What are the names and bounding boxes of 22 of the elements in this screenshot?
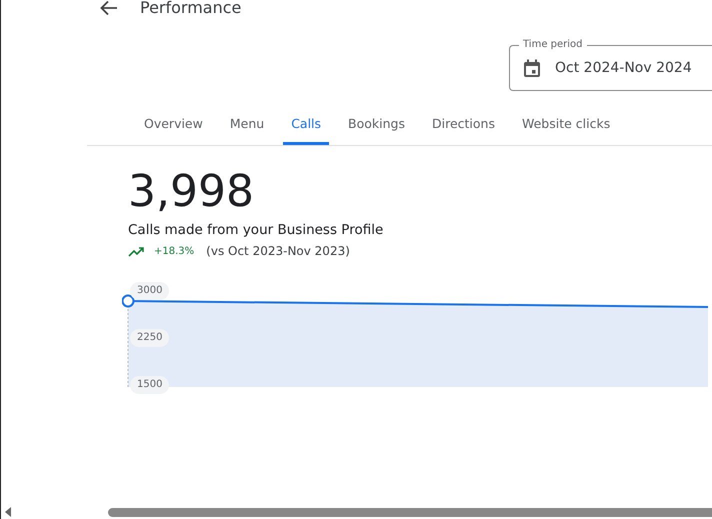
metric-value: 3,998 [128,168,255,216]
change-percent: +18.3% [154,246,194,256]
tab[interactable]: Website clicks [514,111,618,145]
calendar-icon [523,58,541,78]
page-title: Performance [140,0,242,16]
data-point[interactable] [122,294,134,308]
comparison-text: (vs Oct 2023-Nov 2023) [206,244,350,258]
axis-label: 2250 [130,329,170,347]
scroll-left-icon[interactable] [5,507,11,517]
field-value: Oct 2024-Nov 2024 [555,60,692,76]
tab[interactable]: Menu [222,111,272,145]
tab[interactable]: Bookings [340,111,413,145]
tab[interactable]: Directions [424,111,503,145]
back-button[interactable] [100,0,120,16]
trend-up-icon [128,246,146,256]
tab[interactable]: Calls [283,111,330,145]
metric-caption: Calls made from your Business Profile [128,222,384,238]
axis-label: 3000 [130,282,170,300]
field-label: Time period [519,38,587,51]
tab[interactable]: Overview [136,111,211,145]
scrollbar-thumb[interactable] [108,508,712,516]
axis-label: 1500 [130,376,170,394]
